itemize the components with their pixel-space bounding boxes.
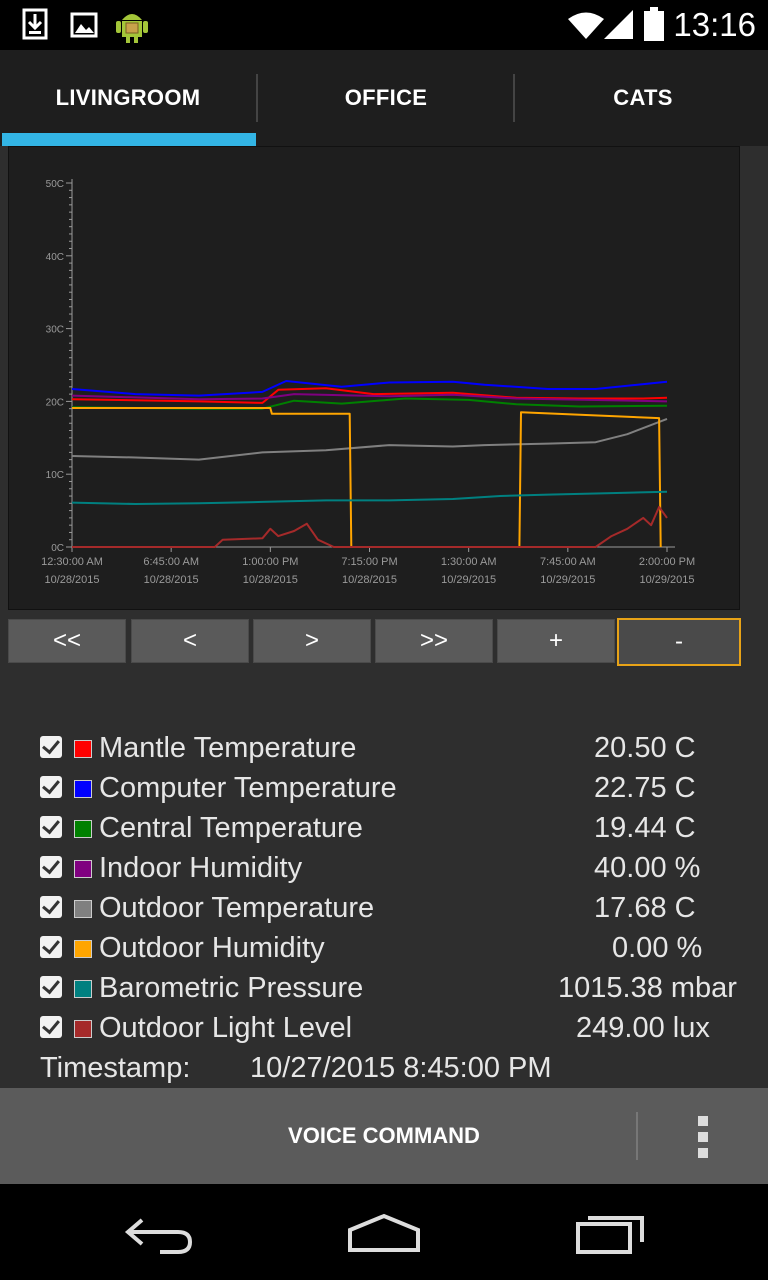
sensor-name: Barometric Pressure (99, 972, 364, 1004)
zoom-in-button[interactable]: + (497, 619, 615, 663)
sensor-value: 22.75 C (594, 772, 696, 804)
clock: 13:16 (673, 6, 756, 43)
tab-selected-indicator (2, 133, 256, 146)
x-tick-label: 12:30:00 AM (41, 556, 103, 568)
series-checkbox[interactable] (40, 856, 62, 878)
sensor-value: 40.00 % (594, 852, 701, 884)
sensor-value: 249.00 lux (576, 1012, 710, 1044)
series-checkbox[interactable] (40, 776, 62, 798)
series-checkbox[interactable] (40, 936, 62, 958)
sensor-name: Computer Temperature (99, 772, 397, 804)
y-tick-label: 40C (46, 252, 64, 263)
legend-row: Mantle Temperature 20.50 C (38, 732, 758, 772)
series-line (71, 417, 668, 461)
y-tick-label: 20C (46, 397, 64, 408)
y-tick-label: 50C (46, 179, 64, 190)
color-swatch (74, 780, 92, 798)
x-tick-label: 7:15:00 PM (341, 556, 397, 568)
sensor-chart[interactable]: 0C 10C 20C 30C 40C 50C 12:30:00 AM 10/28/2015 6:… (8, 146, 740, 610)
sensor-name: Outdoor Light Level (99, 1012, 353, 1044)
recents-icon[interactable] (572, 1212, 652, 1256)
android-icon (116, 14, 148, 43)
action-divider (636, 1112, 638, 1160)
x-tick-date-label: 10/28/2015 (243, 574, 298, 586)
jump-back-button[interactable]: << (8, 619, 126, 663)
tab-livingroom[interactable]: LIVINGROOM (0, 50, 256, 146)
sensor-name: Indoor Humidity (99, 852, 303, 884)
y-tick-label: 10C (46, 470, 64, 481)
sensor-name: Mantle Temperature (99, 732, 357, 764)
step-forward-button[interactable]: > (253, 619, 371, 663)
legend-row: Computer Temperature 22.75 C (38, 772, 758, 812)
signal-icon (604, 10, 633, 39)
legend-row: Outdoor Temperature 17.68 C (38, 892, 758, 932)
status-bar: 13:16 (0, 0, 768, 50)
system-nav-bar (0, 1184, 768, 1280)
sensor-name: Outdoor Humidity (99, 932, 325, 964)
sensor-value: 0.00 % (612, 932, 703, 964)
jump-forward-button[interactable]: >> (375, 619, 493, 663)
series-checkbox[interactable] (40, 1016, 62, 1038)
home-icon[interactable] (344, 1210, 424, 1256)
series-checkbox[interactable] (40, 896, 62, 918)
sensor-value: 20.50 C (594, 732, 696, 764)
series-checkbox[interactable] (40, 816, 62, 838)
x-tick-date-label: 10/29/2015 (639, 574, 694, 586)
step-back-button[interactable]: < (131, 619, 249, 663)
bottom-action-bar: VOICE COMMAND (0, 1088, 768, 1184)
color-swatch (74, 740, 92, 758)
image-icon (70, 12, 98, 38)
sensor-value: 17.68 C (594, 892, 696, 924)
x-tick-label: 1:00:00 PM (242, 556, 298, 568)
y-tick-label: 30C (46, 325, 64, 336)
timestamp-row: Timestamp: 10/27/2015 8:45:00 PM (40, 1052, 552, 1085)
x-tick-label: 1:30:00 AM (441, 556, 497, 568)
sensor-value: 1015.38 mbar (558, 972, 737, 1004)
y-tick-label: 0C (51, 543, 64, 554)
sensor-name: Outdoor Temperature (99, 892, 375, 924)
color-swatch (74, 980, 92, 998)
x-tick-label: 6:45:00 AM (143, 556, 199, 568)
timestamp-label: Timestamp: (40, 1052, 191, 1084)
color-swatch (74, 820, 92, 838)
legend-row: Indoor Humidity 40.00 % (38, 852, 758, 892)
overflow-menu-icon[interactable] (693, 1116, 713, 1158)
legend-row: Central Temperature 19.44 C (38, 812, 758, 852)
x-tick-date-label: 10/28/2015 (144, 574, 199, 586)
series-line (71, 490, 668, 505)
voice-command-button[interactable]: VOICE COMMAND (0, 1088, 768, 1184)
tab-office[interactable]: OFFICE (258, 50, 514, 146)
color-swatch (74, 940, 92, 958)
color-swatch (74, 900, 92, 918)
x-tick-date-label: 10/29/2015 (441, 574, 496, 586)
series-checkbox[interactable] (40, 736, 62, 758)
chart-controls: << < > >> + - (8, 618, 743, 666)
timestamp-value: 10/27/2015 8:45:00 PM (250, 1052, 552, 1084)
color-swatch (74, 1020, 92, 1038)
legend-row: Barometric Pressure 1015.38 mbar (38, 972, 758, 1012)
x-tick-label: 2:00:00 PM (639, 556, 695, 568)
wifi-icon (568, 12, 604, 39)
x-tick-label: 7:45:00 AM (540, 556, 596, 568)
series-line (72, 506, 668, 548)
tab-cats[interactable]: CATS (515, 50, 768, 146)
tab-bar: LIVINGROOM OFFICE CATS (0, 50, 768, 146)
zoom-out-button[interactable]: - (617, 618, 741, 666)
x-tick-date-label: 10/29/2015 (540, 574, 595, 586)
series-checkbox[interactable] (40, 976, 62, 998)
series-line (72, 407, 662, 548)
legend-row: Outdoor Humidity 0.00 % (38, 932, 758, 972)
back-icon[interactable] (120, 1214, 200, 1254)
download-icon (22, 8, 48, 40)
sensor-value: 19.44 C (594, 812, 696, 844)
x-tick-date-label: 10/28/2015 (342, 574, 397, 586)
color-swatch (74, 860, 92, 878)
sensor-name: Central Temperature (99, 812, 363, 844)
chart-svg: 0C 10C 20C 30C 40C 50C 12:30:00 AM 10/28/2015 6:… (41, 179, 695, 586)
legend-row: Outdoor Light Level 249.00 lux (38, 1012, 758, 1052)
x-tick-date-label: 10/28/2015 (44, 574, 99, 586)
battery-icon (644, 7, 664, 41)
